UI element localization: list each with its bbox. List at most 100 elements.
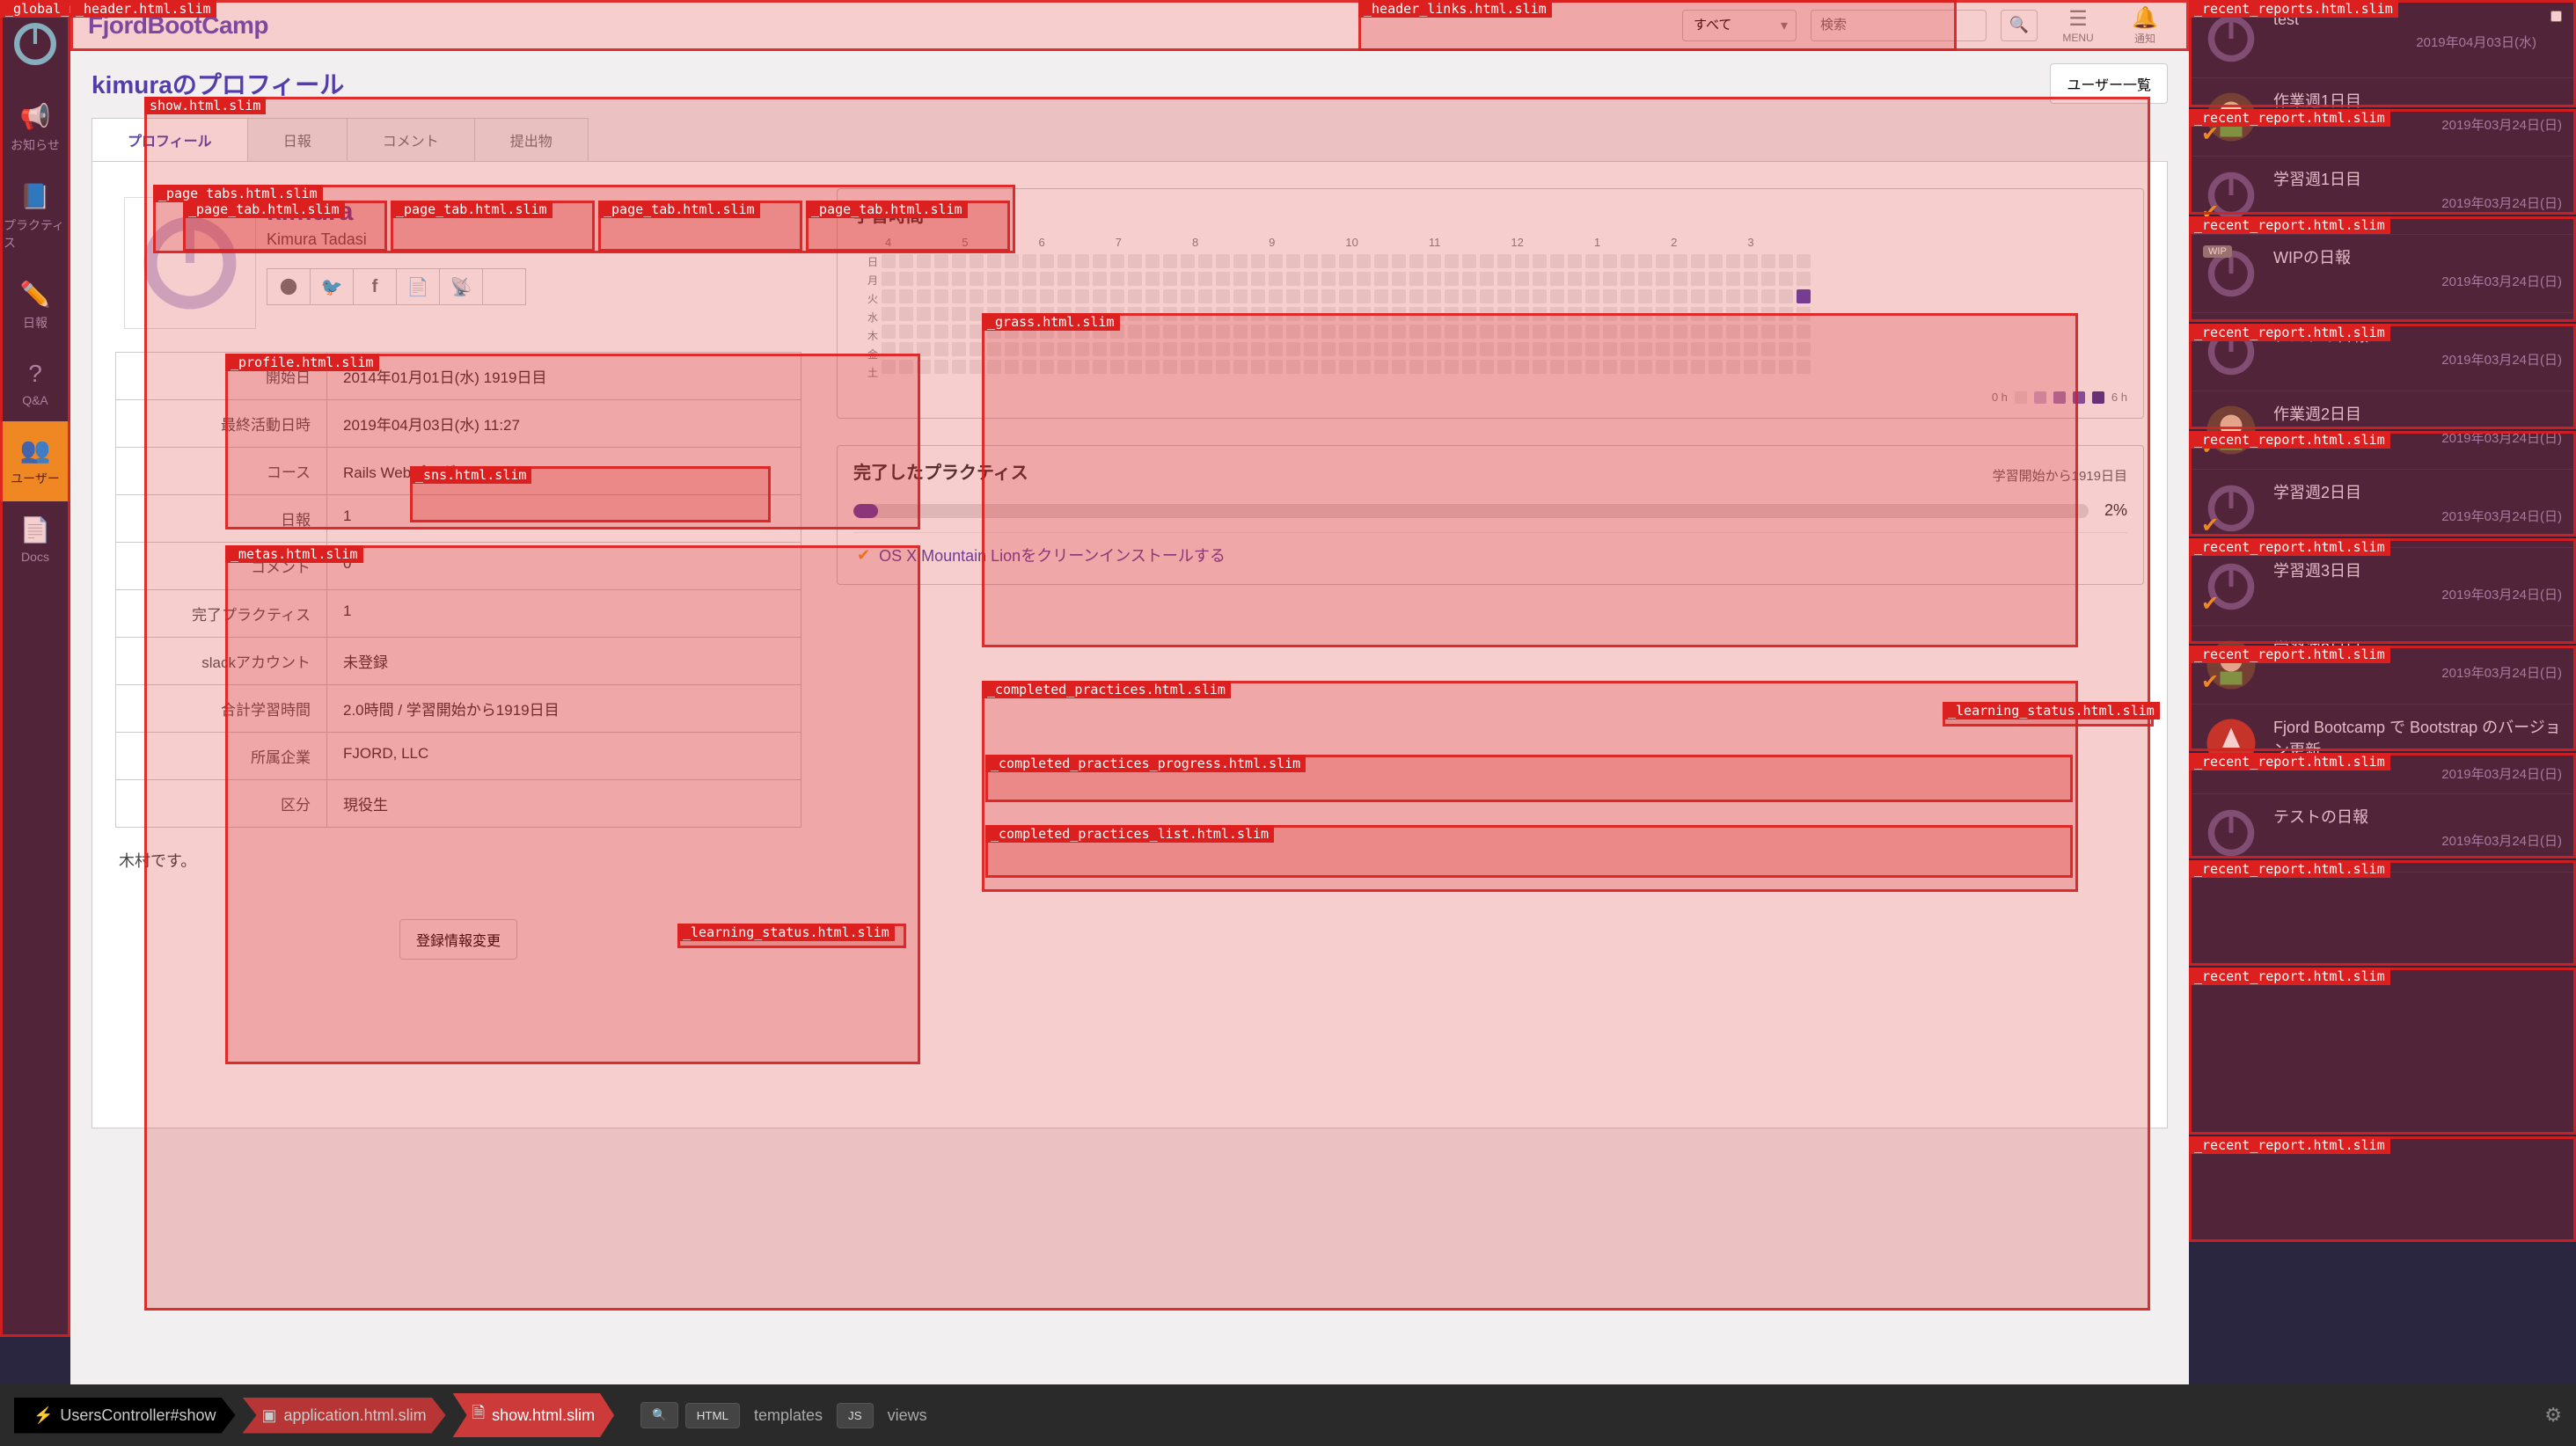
facebook-icon[interactable]: f [353,268,397,305]
recent-report-item[interactable]: test2019年04月03日(水) [2189,0,2576,78]
nav-item-お知らせ[interactable]: 📢お知らせ [0,88,70,168]
rss-icon[interactable]: 📡 [439,268,483,305]
page-title: kimuraのプロフィール [91,66,344,101]
crumb-layout[interactable]: ▣application.html.slim [243,1398,446,1434]
search-filter-select[interactable]: すべて [1682,10,1797,41]
global-nav: 📢お知らせ📘プラクティス✏️日報?Q&A👥ユーザー📄Docs [0,0,70,1384]
recent-report-item[interactable]: テストの日報2019年03月24日(日) [2189,313,2576,391]
recent-reports-list: test2019年04月03日(水)✔作業週1日目2019年03月24日(日)✔… [2189,0,2576,1384]
nav-item-Docs[interactable]: 📄Docs [0,501,70,578]
edit-profile-button[interactable]: 登録情報変更 [399,919,517,960]
dev-footer: ⚡UsersController#show ▣application.html.… [0,1384,2576,1446]
grass-title: 学習時間 [853,201,2127,227]
nav-item-プラクティス[interactable]: 📘プラクティス [0,168,70,266]
recent-report-item[interactable]: ✔学習週2日目2019年03月24日(日) [2189,470,2576,548]
report-avatar: ✔ [2203,402,2259,458]
report-avatar: WIP [2203,245,2259,302]
logo-text[interactable]: FjordBootCamp [88,11,268,40]
report-avatar: ✔ [2203,89,2259,145]
meta-row: 開始日2014年01月01日(水) 1919日目 [116,353,801,400]
nav-icon: 📄 [20,515,51,544]
nav-icon: 📢 [20,102,51,131]
tab-日報[interactable]: 日報 [247,118,348,161]
document-icon[interactable]: 📄 [396,268,440,305]
tab-content: kimura Kimura Tadasi 🐦 f 📄 📡 [91,161,2168,1128]
meta-row: 区分現役生 [116,780,801,827]
meta-row: コメント0 [116,543,801,590]
grass-legend: 0 h 6 h [853,391,2127,404]
meta-row: slackアカウント未登録 [116,638,801,685]
page-tabs: プロフィール日報コメント提出物 [91,118,2168,161]
sns-row: 🐦 f 📄 📡 [267,268,526,305]
page-body: kimuraのプロフィール ユーザー一覧 プロフィール日報コメント提出物 kim… [70,51,2189,1384]
report-checkbox[interactable] [2550,11,2562,22]
nav-icon: ✏️ [20,280,51,309]
footer-tag-views[interactable]: views [881,1406,934,1425]
recent-report-item[interactable]: ✔作業週1日目2019年03月24日(日) [2189,78,2576,157]
tab-提出物[interactable]: 提出物 [474,118,589,161]
report-avatar: ✔ [2203,559,2259,615]
profile-card: kimura Kimura Tadasi 🐦 f 📄 📡 [115,188,801,338]
nav-icon: 📘 [20,182,51,211]
report-avatar [2203,11,2259,67]
file-icon: 🗎 [472,1402,485,1428]
users-list-button[interactable]: ユーザー一覧 [2050,63,2168,104]
check-icon: ✔ [857,546,870,565]
crumb-controller[interactable]: ⚡UsersController#show [14,1398,236,1434]
completed-practice-item[interactable]: ✔ OS X Mountain Lionをクリーンインストールする [853,532,2127,570]
gear-icon[interactable]: ⚙ [2544,1404,2562,1427]
bio-text: 木村です。 [115,842,801,879]
recent-report-item[interactable]: ✔作業週2日目2019年03月24日(日) [2189,391,2576,470]
tab-プロフィール[interactable]: プロフィール [91,118,248,161]
nav-icon: ? [28,360,42,388]
footer-tag-templates[interactable]: templates [747,1406,830,1425]
learning-status: 学習開始から1919日目 [1993,466,2127,485]
recent-report-item[interactable]: ✔学習週3日目2019年03月24日(日) [2189,548,2576,626]
recent-report-item[interactable]: ✔学習週3日目2019年03月24日(日) [2189,626,2576,705]
tab-コメント[interactable]: コメント [347,118,475,161]
recent-report-item[interactable]: テストの日報2019年03月24日(日) [2189,794,2576,873]
lightning-icon: ⚡ [33,1406,53,1425]
report-avatar: ✔ [2203,637,2259,693]
report-avatar: ✔ [2203,480,2259,537]
nav-item-日報[interactable]: ✏️日報 [0,266,70,346]
nav-logo[interactable] [0,0,70,88]
twitter-icon[interactable]: 🐦 [310,268,354,305]
crumb-template[interactable]: 🗎show.html.slim [453,1393,615,1437]
profile-login: kimura [267,197,526,227]
header: FjordBootCamp すべて 🔍 ☰MENU 🔔通知 [70,0,2189,51]
footer-tag-html[interactable]: HTML [685,1403,740,1428]
recent-report-item[interactable]: ✔学習週1日目2019年03月24日(日) [2189,157,2576,235]
meta-row: コースRails Webプログラマー [116,448,801,495]
menu-button[interactable]: ☰MENU [2052,6,2104,44]
recent-report-item[interactable]: ✔Fjord Bootcamp で Bootstrap のバージョン更新2019… [2189,705,2576,794]
meta-row: 日報1 [116,495,801,543]
report-avatar: ✔ [2203,715,2259,771]
nav-icon: 👥 [20,435,51,464]
footer-tag-js[interactable]: JS [837,1403,874,1428]
search-input[interactable] [1811,10,1987,41]
report-avatar [2203,324,2259,380]
meta-row: 合計学習時間2.0時間 / 学習開始から1919日目 [116,685,801,733]
completed-title: 完了したプラクティス [853,458,1028,484]
completed-practices-card: 完了したプラクティス 学習開始から1919日目 2% ✔ OS X Mounta… [837,445,2144,585]
report-avatar: ✔ [2203,167,2259,223]
github-icon[interactable] [267,268,311,305]
main-column: FjordBootCamp すべて 🔍 ☰MENU 🔔通知 kimuraのプロフ… [70,0,2189,1384]
notice-button[interactable]: 🔔通知 [2119,5,2171,46]
recent-report-item[interactable]: WIPWIPの日報2019年03月24日(日) [2189,235,2576,313]
meta-row: 完了プラクティス1 [116,590,801,638]
profile-name: Kimura Tadasi [267,230,526,249]
search-button[interactable]: 🔍 [2001,10,2038,41]
avatar [124,197,256,329]
sns-blank [482,268,526,305]
meta-table: 開始日2014年01月01日(水) 1919日目最終活動日時2019年04月03… [115,352,801,828]
progress-bar: 2% [853,501,2127,520]
report-avatar [2203,805,2259,861]
footer-search-button[interactable]: 🔍 [640,1402,678,1428]
layout-icon: ▣ [262,1406,277,1425]
nav-item-ユーザー[interactable]: 👥ユーザー [0,421,70,501]
grass-card: 学習時間 456789101112123 日月火水木金土 0 h [837,188,2144,419]
nav-item-Q&A[interactable]: ?Q&A [0,346,70,421]
meta-row: 所属企業FJORD, LLC [116,733,801,780]
